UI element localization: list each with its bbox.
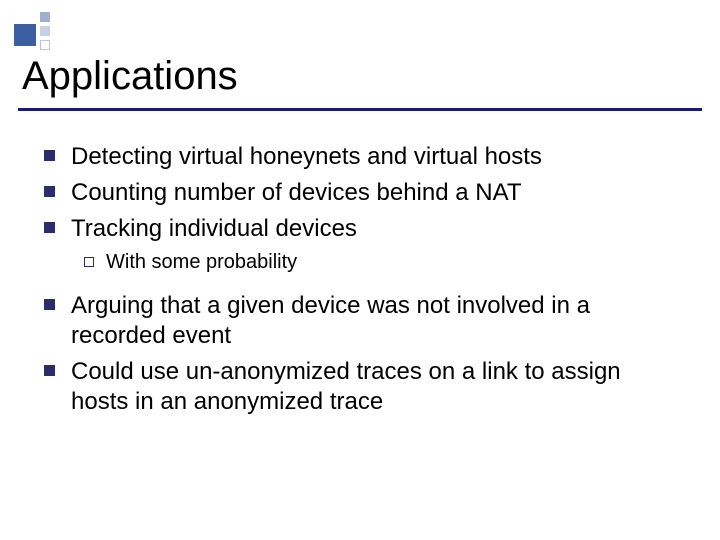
square-bullet-icon <box>44 222 55 233</box>
square-bullet-icon <box>44 186 55 197</box>
deco-square-icon <box>40 12 50 22</box>
list-item: Arguing that a given device was not invo… <box>44 291 684 351</box>
list-item-text: Tracking individual devices <box>71 214 357 244</box>
sub-list-item-text: With some probability <box>106 250 297 275</box>
deco-square-icon <box>40 26 50 36</box>
corner-decoration <box>14 12 84 52</box>
slide-body: Detecting virtual honeynets and virtual … <box>44 142 684 423</box>
slide: Applications Detecting virtual honeynets… <box>0 0 720 540</box>
list-item-text: Detecting virtual honeynets and virtual … <box>71 142 542 172</box>
list-item-text: Could use un-anonymized traces on a link… <box>71 357 684 417</box>
deco-square-icon <box>40 40 50 50</box>
square-bullet-icon <box>44 299 55 310</box>
list-item: Detecting virtual honeynets and virtual … <box>44 142 684 172</box>
list-item-text: Arguing that a given device was not invo… <box>71 291 684 351</box>
list-item: Could use un-anonymized traces on a link… <box>44 357 684 417</box>
deco-square-icon <box>14 24 36 46</box>
title-underline <box>18 108 702 111</box>
square-bullet-icon <box>44 365 55 376</box>
slide-title: Applications <box>22 54 238 99</box>
square-bullet-icon <box>44 150 55 161</box>
list-item-text: Counting number of devices behind a NAT <box>71 178 521 208</box>
open-square-bullet-icon <box>84 257 94 267</box>
list-item: Counting number of devices behind a NAT <box>44 178 684 208</box>
list-item: Tracking individual devices <box>44 214 684 244</box>
sub-list-item: With some probability <box>84 250 684 275</box>
